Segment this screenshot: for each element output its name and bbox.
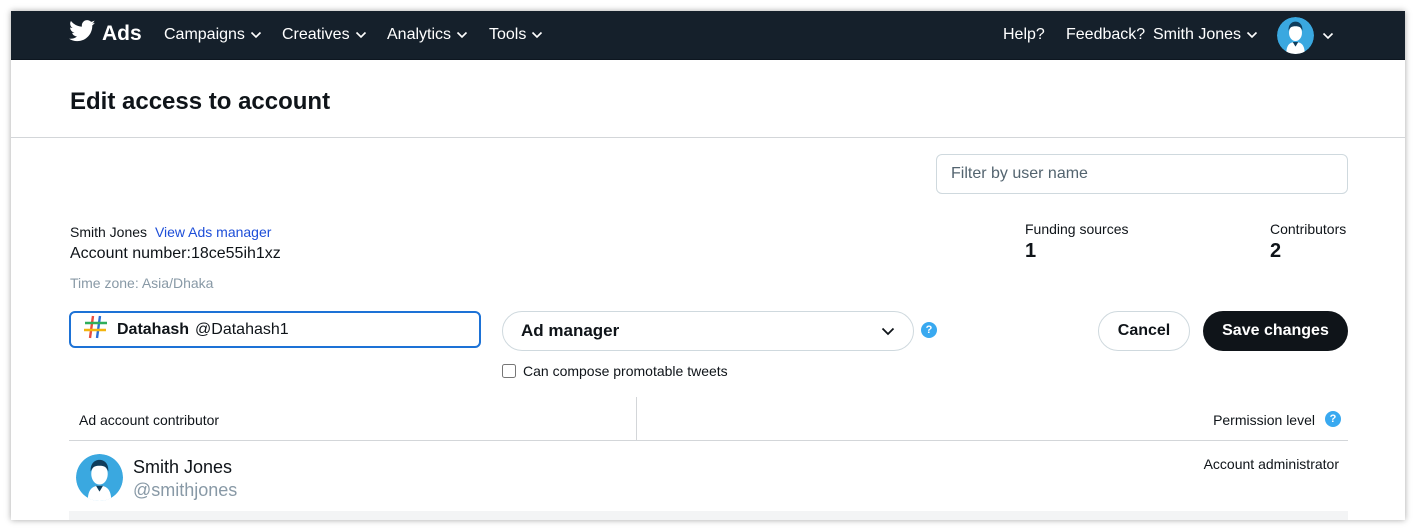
- nav-campaigns[interactable]: Campaigns: [164, 26, 262, 44]
- account-timezone: Time zone: Asia/Dhaka: [70, 275, 214, 291]
- column-header-contributor: Ad account contributor: [79, 412, 220, 428]
- account-name: Smith Jones: [70, 224, 148, 240]
- cancel-button[interactable]: Cancel: [1098, 311, 1190, 351]
- chevron-down-icon: [355, 31, 366, 39]
- avatar: [76, 454, 123, 501]
- nav-user-label: Smith Jones: [1153, 26, 1242, 43]
- chevron-down-icon: [532, 31, 543, 39]
- selected-user-name: Datahash: [117, 320, 190, 338]
- selected-user-handle: @Datahash1: [195, 320, 289, 338]
- nav-help-link[interactable]: Help?: [1003, 26, 1045, 44]
- chevron-down-icon[interactable]: [1322, 32, 1334, 40]
- chevron-down-icon: [881, 327, 895, 335]
- compose-promotable-option[interactable]: Can compose promotable tweets: [502, 363, 728, 379]
- header-divider: [11, 137, 1405, 138]
- nav-user-menu[interactable]: Smith Jones: [1153, 26, 1258, 44]
- table-row-next: [69, 511, 1348, 520]
- contributor-permission: Account administrator: [1203, 456, 1339, 472]
- page-title: Edit access to account: [70, 88, 331, 115]
- brand-label: Ads: [102, 21, 142, 45]
- top-nav-bar: Ads Campaigns Creatives Analytics Tools …: [11, 11, 1405, 60]
- filter-user-input[interactable]: [936, 154, 1348, 194]
- nav-help-label: Help?: [1003, 26, 1045, 43]
- table-row: Smith Jones @smithjones Account administ…: [69, 442, 1348, 520]
- user-select-input[interactable]: Datahash @Datahash1: [69, 311, 481, 348]
- nav-tools[interactable]: Tools: [489, 26, 543, 44]
- view-ads-manager-link[interactable]: View Ads manager: [155, 224, 271, 240]
- brand-logo[interactable]: Ads: [69, 20, 142, 47]
- nav-feedback-label: Feedback?: [1066, 26, 1146, 43]
- chevron-down-icon: [250, 31, 262, 39]
- funding-sources-value: 1: [1025, 240, 1037, 262]
- datahash-logo-icon: [83, 315, 109, 344]
- contributors-value: 2: [1270, 240, 1282, 262]
- nav-feedback-link[interactable]: Feedback?: [1066, 26, 1145, 44]
- account-name-line: Smith Jones View Ads manager: [70, 224, 271, 240]
- avatar-silhouette-icon: [1277, 17, 1314, 54]
- contributor-handle: @smithjones: [133, 480, 238, 500]
- column-divider: [636, 397, 637, 441]
- chevron-down-icon: [1246, 31, 1258, 39]
- avatar[interactable]: [1277, 17, 1314, 54]
- funding-sources-label: Funding sources: [1025, 221, 1129, 237]
- app-frame: Ads Campaigns Creatives Analytics Tools …: [11, 11, 1405, 520]
- chevron-down-icon: [456, 31, 468, 39]
- nav-analytics[interactable]: Analytics: [387, 26, 468, 44]
- nav-creatives-label: Creatives: [282, 26, 350, 43]
- contributors-table-header: Ad account contributor Permission level …: [69, 397, 1348, 441]
- nav-analytics-label: Analytics: [387, 26, 452, 43]
- question-circle-icon[interactable]: ?: [1325, 411, 1341, 427]
- column-header-permission: Permission level: [1213, 412, 1315, 428]
- compose-promotable-label: Can compose promotable tweets: [523, 363, 728, 379]
- nav-creatives[interactable]: Creatives: [282, 26, 367, 44]
- nav-tools-label: Tools: [489, 26, 527, 43]
- contributors-label: Contributors: [1270, 221, 1347, 237]
- twitter-bird-icon: [69, 20, 96, 47]
- contributor-name: Smith Jones: [133, 457, 233, 477]
- save-changes-button[interactable]: Save changes: [1203, 311, 1348, 351]
- compose-promotable-checkbox[interactable]: [502, 364, 516, 378]
- account-number: Account number:18ce55ih1xz: [70, 245, 281, 262]
- permission-level-value: Ad manager: [521, 321, 620, 340]
- avatar-silhouette-icon: [76, 454, 123, 501]
- permission-level-select[interactable]: Ad manager: [502, 311, 914, 351]
- question-circle-icon[interactable]: ?: [921, 322, 937, 338]
- nav-campaigns-label: Campaigns: [164, 26, 245, 43]
